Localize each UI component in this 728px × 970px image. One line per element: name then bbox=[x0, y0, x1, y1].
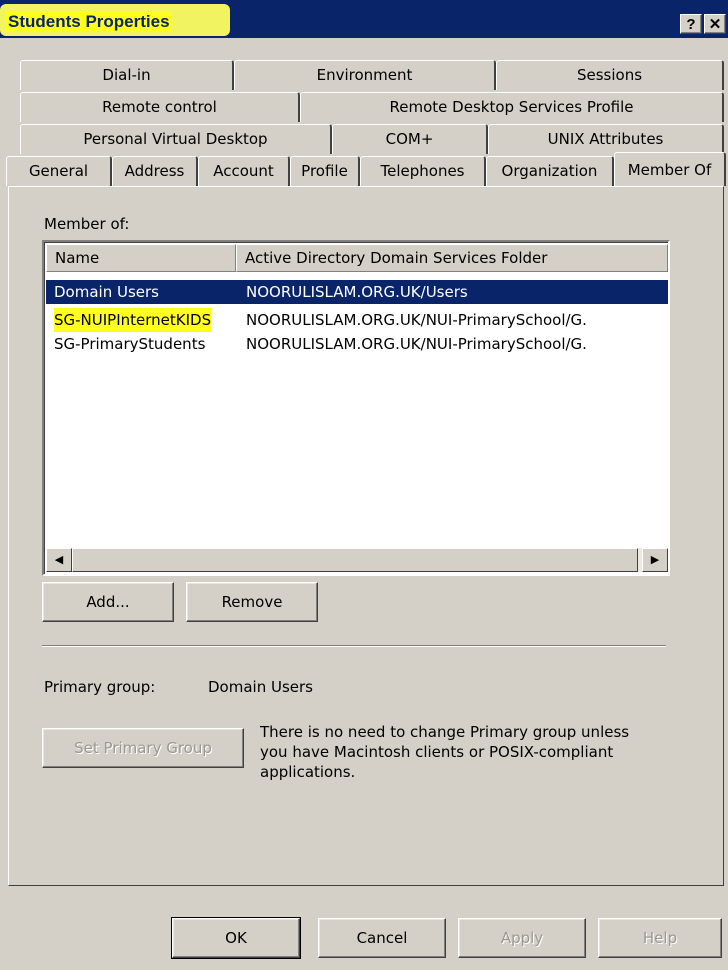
list-item[interactable]: SG-PrimaryStudents NOORULISLAM.ORG.UK/NU… bbox=[46, 332, 668, 356]
group-name: SG-PrimaryStudents bbox=[54, 335, 206, 353]
member-of-label: Member of: bbox=[44, 215, 130, 233]
tab-unix-attributes[interactable]: UNIX Attributes bbox=[488, 124, 724, 154]
note-line-1: There is no need to change Primary group… bbox=[260, 723, 630, 741]
note-line-2: you have Macintosh clients or POSIX-comp… bbox=[260, 743, 614, 761]
tab-address[interactable]: Address bbox=[112, 156, 198, 186]
separator bbox=[42, 645, 666, 647]
tab-profile[interactable]: Profile bbox=[290, 156, 360, 186]
tab-member-of[interactable]: Member Of bbox=[614, 152, 726, 186]
tab-com-plus[interactable]: COM+ bbox=[332, 124, 488, 154]
tab-organization[interactable]: Organization bbox=[486, 156, 614, 186]
tab-account[interactable]: Account bbox=[198, 156, 290, 186]
note-line-3: applications. bbox=[260, 763, 356, 781]
tab-environment[interactable]: Environment bbox=[234, 60, 496, 90]
apply-button[interactable]: Apply bbox=[458, 918, 586, 958]
title-bar: Students Properties ? ✕ bbox=[0, 0, 728, 38]
group-folder: NOORULISLAM.ORG.UK/NUI-PrimarySchool/G. bbox=[246, 311, 587, 329]
scroll-right-icon[interactable]: ▶ bbox=[642, 548, 668, 572]
horizontal-scrollbar[interactable]: ◀ ▶ bbox=[46, 548, 668, 572]
group-name: Domain Users bbox=[54, 283, 159, 301]
column-header-folder[interactable]: Active Directory Domain Services Folder bbox=[236, 244, 668, 272]
tab-telephones[interactable]: Telephones bbox=[360, 156, 486, 186]
member-of-list[interactable]: Name Active Directory Domain Services Fo… bbox=[42, 240, 670, 576]
scroll-left-icon[interactable]: ◀ bbox=[46, 548, 72, 572]
column-header-name[interactable]: Name bbox=[46, 244, 236, 272]
tab-dial-in[interactable]: Dial-in bbox=[20, 60, 234, 90]
group-folder: NOORULISLAM.ORG.UK/NUI-PrimarySchool/G. bbox=[246, 335, 587, 353]
add-button[interactable]: Add... bbox=[42, 582, 174, 622]
tab-row-4: General Address Account Profile Telephon… bbox=[0, 152, 728, 188]
tab-row-1: Dial-in Environment Sessions bbox=[0, 60, 728, 92]
tab-sessions[interactable]: Sessions bbox=[496, 60, 724, 90]
primary-group-value: Domain Users bbox=[208, 678, 313, 696]
scroll-thumb[interactable] bbox=[72, 548, 638, 572]
set-primary-group-button[interactable]: Set Primary Group bbox=[42, 728, 244, 768]
tab-remote-desktop-services-profile[interactable]: Remote Desktop Services Profile bbox=[300, 92, 724, 122]
group-folder: NOORULISLAM.ORG.UK/Users bbox=[246, 283, 468, 301]
primary-group-note: There is no need to change Primary group… bbox=[260, 722, 629, 782]
tab-general[interactable]: General bbox=[6, 156, 112, 186]
ok-button[interactable]: OK bbox=[171, 917, 301, 959]
primary-group-label: Primary group: bbox=[44, 678, 156, 696]
remove-button[interactable]: Remove bbox=[186, 582, 318, 622]
tab-row-2: Remote control Remote Desktop Services P… bbox=[0, 92, 728, 124]
help-button[interactable]: Help bbox=[598, 918, 722, 958]
tab-personal-virtual-desktop[interactable]: Personal Virtual Desktop bbox=[20, 124, 332, 154]
cancel-button[interactable]: Cancel bbox=[318, 918, 446, 958]
list-item[interactable]: Domain Users NOORULISLAM.ORG.UK/Users bbox=[46, 280, 668, 304]
group-name: SG-NUIPInternetKIDS bbox=[54, 308, 212, 332]
tab-remote-control[interactable]: Remote control bbox=[20, 92, 300, 122]
help-icon[interactable]: ? bbox=[680, 14, 702, 34]
window-title: Students Properties bbox=[6, 11, 172, 32]
list-item[interactable]: SG-NUIPInternetKIDS NOORULISLAM.ORG.UK/N… bbox=[46, 308, 668, 332]
close-icon[interactable]: ✕ bbox=[704, 14, 726, 34]
